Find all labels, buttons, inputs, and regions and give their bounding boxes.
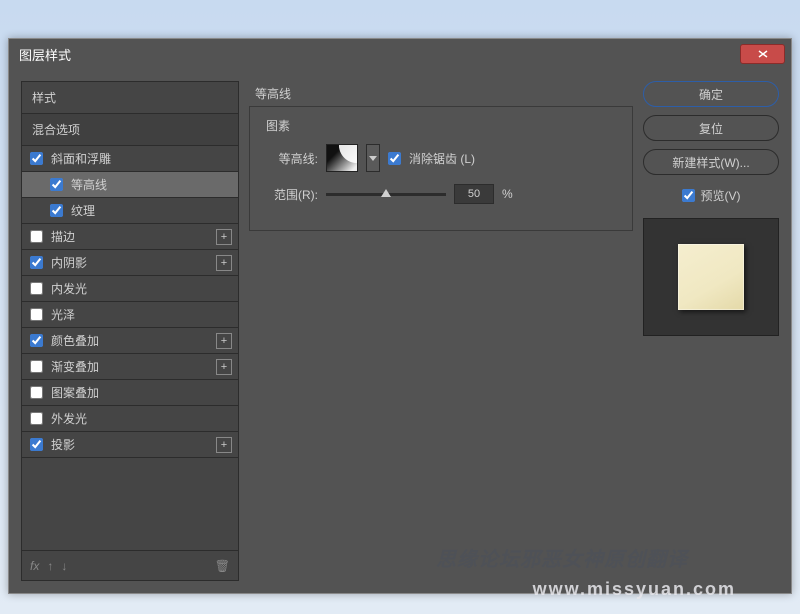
contour-label: 等高线:	[262, 150, 318, 167]
watermark-text: 思缘论坛邪恶女神原创翻译	[436, 543, 688, 572]
styles-header: 样式	[22, 82, 238, 114]
style-checkbox-6[interactable]	[30, 308, 43, 321]
anti-alias-label: 消除锯齿 (L)	[409, 150, 475, 167]
style-label-11: 投影	[51, 436, 75, 453]
settings-group-label: 图素	[262, 117, 620, 134]
style-checkbox-7[interactable]	[30, 334, 43, 347]
window-title: 图层样式	[19, 45, 71, 64]
style-item-7[interactable]: 颜色叠加 +	[22, 328, 238, 354]
contour-dropdown-button[interactable]	[366, 144, 380, 172]
close-button[interactable]	[740, 44, 785, 64]
move-up-button[interactable]: ↑	[47, 559, 53, 573]
style-add-button-4[interactable]: +	[216, 255, 232, 271]
range-unit: %	[502, 187, 513, 201]
style-checkbox-5[interactable]	[30, 282, 43, 295]
preview-box	[643, 218, 779, 336]
style-checkbox-10[interactable]	[30, 412, 43, 425]
style-label-4: 内阴影	[51, 254, 87, 271]
blending-options[interactable]: 混合选项	[22, 114, 238, 146]
style-label-2: 纹理	[71, 202, 95, 219]
contour-picker[interactable]	[326, 144, 358, 172]
style-label-3: 描边	[51, 228, 75, 245]
style-checkbox-3[interactable]	[30, 230, 43, 243]
style-label-10: 外发光	[51, 410, 87, 427]
styles-sidebar: 样式 混合选项 斜面和浮雕等高线纹理描边 + 内阴影 + 内发光光泽颜色叠加 + 渐变叠加 +…	[21, 81, 239, 581]
style-label-8: 渐变叠加	[51, 358, 99, 375]
style-item-0[interactable]: 斜面和浮雕	[22, 146, 238, 172]
reset-button[interactable]: 复位	[643, 115, 779, 141]
preview-label: 预览(V)	[701, 187, 741, 204]
style-item-5[interactable]: 内发光	[22, 276, 238, 302]
style-label-0: 斜面和浮雕	[51, 150, 111, 167]
preview-swatch	[678, 244, 744, 310]
range-input[interactable]	[454, 184, 494, 204]
style-checkbox-11[interactable]	[30, 438, 43, 451]
style-add-button-7[interactable]: +	[216, 333, 232, 349]
layer-style-dialog: 图层样式 样式 混合选项 斜面和浮雕等高线纹理描边+内阴影+内发光光泽颜色叠加+…	[8, 38, 792, 594]
style-item-9[interactable]: 图案叠加	[22, 380, 238, 406]
contour-settings: 等高线 图素 等高线: 消除锯齿 (L) 范围(R): %	[249, 81, 633, 581]
right-column: 确定 复位 新建样式(W)... 预览(V)	[643, 81, 779, 581]
style-checkbox-1[interactable]	[50, 178, 63, 191]
style-checkbox-9[interactable]	[30, 386, 43, 399]
style-label-6: 光泽	[51, 306, 75, 323]
style-item-1[interactable]: 等高线	[22, 172, 238, 198]
preview-checkbox[interactable]	[682, 189, 695, 202]
styles-list: 样式 混合选项 斜面和浮雕等高线纹理描边 + 内阴影 + 内发光光泽颜色叠加 + 渐变叠加 +…	[21, 81, 239, 581]
style-label-5: 内发光	[51, 280, 87, 297]
style-checkbox-0[interactable]	[30, 152, 43, 165]
style-checkbox-8[interactable]	[30, 360, 43, 373]
watermark-url: www.missyuan.com	[533, 579, 736, 600]
range-label: 范围(R):	[262, 186, 318, 203]
styles-footer: fx ↑ ↓ 🗑	[22, 550, 238, 580]
style-item-3[interactable]: 描边 +	[22, 224, 238, 250]
settings-title: 等高线	[249, 81, 633, 106]
style-checkbox-2[interactable]	[50, 204, 63, 217]
style-item-11[interactable]: 投影 +	[22, 432, 238, 458]
style-label-1: 等高线	[71, 176, 107, 193]
fx-menu-button[interactable]: fx	[30, 559, 39, 573]
anti-alias-checkbox[interactable]	[388, 152, 401, 165]
range-slider[interactable]	[326, 193, 446, 196]
main-panel: 等高线 图素 等高线: 消除锯齿 (L) 范围(R): %	[249, 81, 779, 581]
dialog-content: 样式 混合选项 斜面和浮雕等高线纹理描边+内阴影+内发光光泽颜色叠加+渐变叠加+…	[9, 69, 791, 593]
style-item-4[interactable]: 内阴影 +	[22, 250, 238, 276]
titlebar: 图层样式	[9, 39, 791, 69]
style-item-2[interactable]: 纹理	[22, 198, 238, 224]
style-add-button-11[interactable]: +	[216, 437, 232, 453]
style-label-7: 颜色叠加	[51, 332, 99, 349]
style-item-8[interactable]: 渐变叠加 +	[22, 354, 238, 380]
move-down-button[interactable]: ↓	[61, 559, 67, 573]
style-item-10[interactable]: 外发光	[22, 406, 238, 432]
ok-button[interactable]: 确定	[643, 81, 779, 107]
style-label-9: 图案叠加	[51, 384, 99, 401]
new-style-button[interactable]: 新建样式(W)...	[643, 149, 779, 175]
style-add-button-3[interactable]: +	[216, 229, 232, 245]
style-item-6[interactable]: 光泽	[22, 302, 238, 328]
style-add-button-8[interactable]: +	[216, 359, 232, 375]
style-checkbox-4[interactable]	[30, 256, 43, 269]
trash-button[interactable]: 🗑	[215, 559, 230, 573]
